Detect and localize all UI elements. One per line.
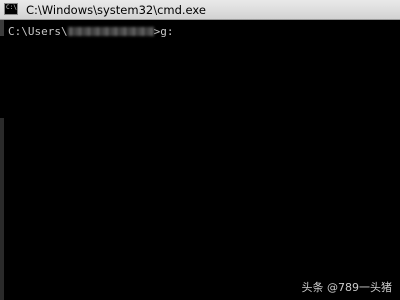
- console-line[interactable]: C:\Users\ >g:: [8, 25, 173, 39]
- cmd-window-icon[interactable]: C:\: [4, 3, 18, 15]
- watermark: 头条 @789一头猪: [301, 281, 393, 294]
- scrollbar-top[interactable]: [0, 20, 4, 36]
- title-bar[interactable]: C:\ C:\Windows\system32\cmd.exe: [0, 0, 400, 20]
- cmd-window: C:\ C:\Windows\system32\cmd.exe C:\Users…: [0, 0, 400, 300]
- redacted-username: [67, 26, 154, 36]
- window-title: C:\Windows\system32\cmd.exe: [26, 3, 206, 17]
- vertical-scrollbar[interactable]: [0, 118, 4, 300]
- prompt-prefix: C:\Users\: [8, 25, 68, 38]
- prompt-command: >g:: [153, 25, 174, 38]
